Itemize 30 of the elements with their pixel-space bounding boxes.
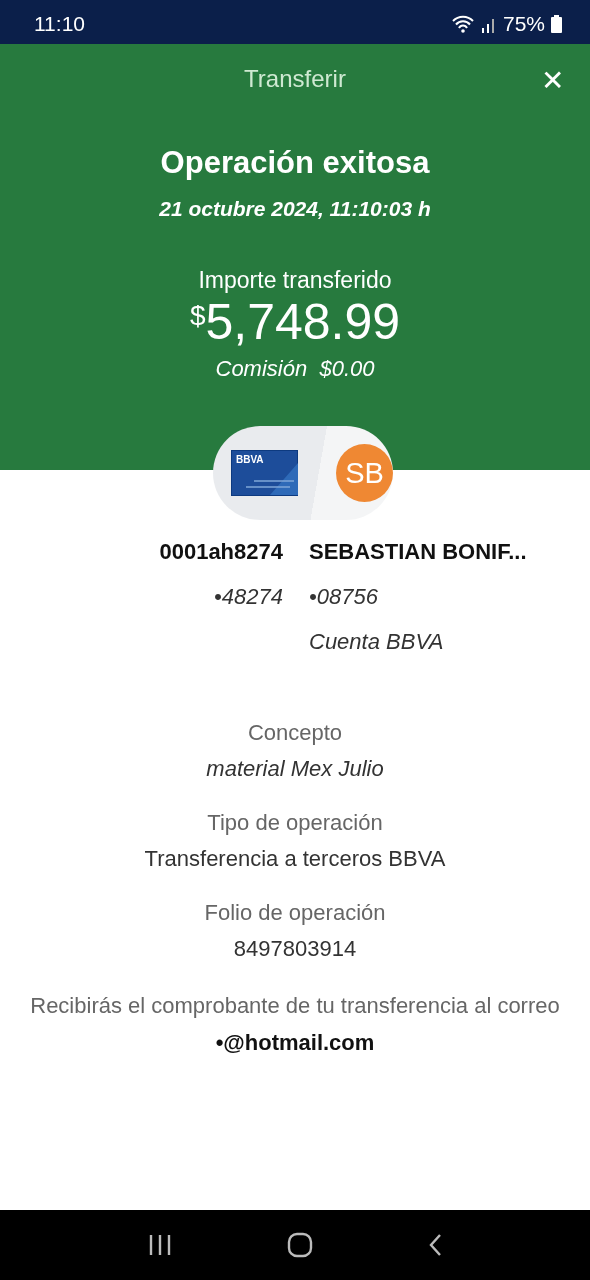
- back-icon[interactable]: [428, 1233, 443, 1257]
- origin-account: •48274: [213, 583, 283, 611]
- recent-apps-icon[interactable]: [147, 1235, 172, 1255]
- detail-label: Concepto: [247, 719, 343, 747]
- status-time: 11:10: [34, 12, 85, 36]
- origin-name: 0001ah8274: [158, 538, 283, 566]
- detail-value: material Mex Julio: [206, 755, 384, 783]
- result-title: Operación exitosa: [160, 145, 430, 181]
- detail-value: 8497803914: [233, 935, 357, 963]
- recipient-bank: Cuenta BBVA: [309, 628, 445, 656]
- battery-percent: 75%: [502, 12, 545, 36]
- recipient-account: •08756: [309, 583, 379, 611]
- email-address: •@hotmail.com: [215, 1029, 375, 1057]
- screen-title: Transferir: [244, 65, 346, 93]
- battery-icon: [551, 15, 562, 33]
- amount-value: 5,748.99: [205, 294, 401, 350]
- commission-text: Comisión $0.00: [215, 356, 375, 382]
- currency-sign: $: [189, 300, 206, 331]
- home-icon[interactable]: [287, 1232, 313, 1258]
- result-date: 21 octubre 2024, 11:10:03 h: [159, 197, 431, 221]
- notice-text: Recibirás el comprobante de tu transferencia al correo: [29, 992, 561, 1020]
- bank-card-icon: BBVA: [231, 450, 298, 496]
- detail-label: Folio de operación: [204, 899, 386, 927]
- amount-label: Importe transferido: [198, 267, 392, 294]
- detail-value: Transferencia a terceros BBVA: [144, 845, 446, 873]
- avatar: SB: [335, 444, 393, 502]
- recipient-name: SEBASTIAN BONIF...: [309, 538, 528, 566]
- close-button[interactable]: ✕: [535, 62, 570, 99]
- wifi-icon: [450, 15, 475, 33]
- detail-label: Tipo de operación: [207, 809, 383, 837]
